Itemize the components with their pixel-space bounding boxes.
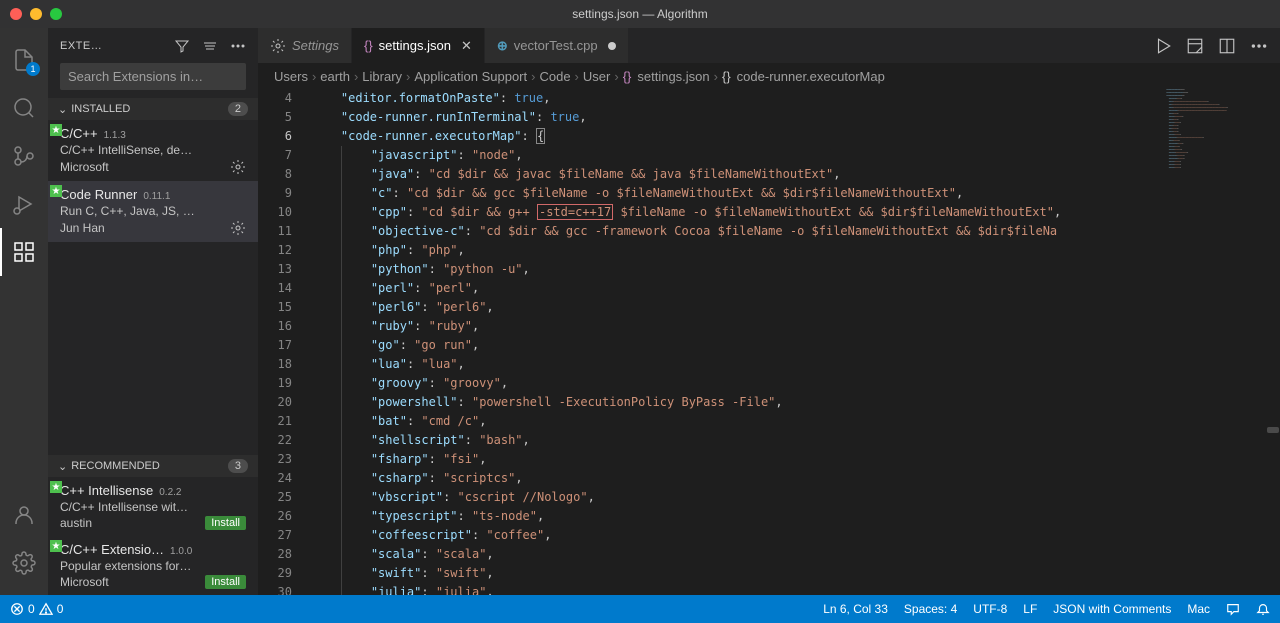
bell-icon[interactable] — [1256, 602, 1270, 616]
window-close-button[interactable] — [10, 8, 22, 20]
extension-item[interactable]: ★ C/C++ 1.1.3 C/C++ IntelliSense, de… Mic… — [48, 120, 258, 181]
settings-gear-icon[interactable] — [0, 539, 48, 587]
extension-version: 0.11.1 — [143, 191, 170, 202]
gear-icon — [270, 38, 286, 54]
extension-name: Code Runner — [60, 187, 137, 202]
status-os[interactable]: Mac — [1187, 602, 1210, 616]
split-icon[interactable] — [1218, 37, 1236, 55]
recommended-count: 3 — [228, 459, 248, 473]
section-recommended[interactable]: ⌄ RECOMMENDED 3 — [48, 455, 258, 477]
verified-icon: ★ — [50, 124, 62, 136]
tab-settings[interactable]: Settings — [258, 28, 352, 63]
extension-item[interactable]: ★ Code Runner 0.11.1 Run C, C++, Java, JS… — [48, 181, 258, 242]
search-input[interactable]: Search Extensions in… — [60, 63, 246, 90]
extensions-sidebar: EXTE… Search Extensions in… ⌄ INSTALLED … — [48, 28, 258, 595]
extension-name: C/C++ Extensio… — [60, 542, 164, 557]
braces-icon: {} — [722, 69, 731, 84]
sidebar-title: EXTE… — [60, 40, 164, 52]
extension-name: C++ Intellisense — [60, 483, 153, 498]
explorer-icon[interactable]: 1 — [0, 36, 48, 84]
feedback-icon[interactable] — [1226, 602, 1240, 616]
status-spaces[interactable]: Spaces: 4 — [904, 602, 957, 616]
extension-description: Run C, C++, Java, JS, … — [60, 204, 246, 218]
explorer-badge: 1 — [26, 62, 40, 76]
extension-publisher: Microsoft — [60, 575, 109, 589]
filter-icon[interactable] — [174, 38, 190, 54]
extension-publisher: Microsoft — [60, 160, 109, 174]
braces-icon: {} — [623, 69, 632, 84]
tab-bar: Settings {} settings.json ✕ ⊕ vectorTest… — [258, 28, 1280, 63]
close-icon[interactable]: ✕ — [461, 38, 472, 54]
debug-icon[interactable] — [0, 180, 48, 228]
tab-vectortest[interactable]: ⊕ vectorTest.cpp — [485, 28, 629, 63]
window-maximize-button[interactable] — [50, 8, 62, 20]
code-editor[interactable]: 4567891011121314151617181920212223242526… — [258, 89, 1280, 595]
installed-count: 2 — [228, 102, 248, 116]
window-minimize-button[interactable] — [30, 8, 42, 20]
gear-icon[interactable] — [230, 220, 246, 236]
extension-description: Popular extensions for… — [60, 559, 246, 573]
status-encoding[interactable]: UTF-8 — [973, 602, 1007, 616]
extension-publisher: austin — [60, 516, 92, 530]
verified-icon: ★ — [50, 481, 62, 493]
chevron-down-icon: ⌄ — [58, 460, 67, 473]
more-actions-icon[interactable] — [1250, 37, 1268, 55]
gear-icon[interactable] — [230, 159, 246, 175]
status-problems[interactable]: 0 0 — [10, 602, 63, 616]
extension-description: C/C++ Intellisense wit… — [60, 500, 246, 514]
account-icon[interactable] — [0, 491, 48, 539]
more-icon[interactable] — [230, 38, 246, 54]
line-numbers: 4567891011121314151617181920212223242526… — [258, 89, 312, 595]
status-language[interactable]: JSON with Comments — [1053, 602, 1171, 616]
extension-description: C/C++ IntelliSense, de… — [60, 143, 246, 157]
section-installed[interactable]: ⌄ INSTALLED 2 — [48, 98, 258, 120]
source-control-icon[interactable] — [0, 132, 48, 180]
cpp-icon: ⊕ — [497, 38, 508, 54]
status-eol[interactable]: LF — [1023, 602, 1037, 616]
verified-icon: ★ — [50, 540, 62, 552]
statusbar: 0 0 Ln 6, Col 33 Spaces: 4 UTF-8 LF JSON… — [0, 595, 1280, 623]
install-button[interactable]: Install — [205, 516, 246, 530]
extension-version: 1.1.3 — [104, 130, 126, 141]
extension-publisher: Jun Han — [60, 221, 105, 235]
modified-dot-icon — [608, 42, 616, 50]
braces-icon: {} — [364, 38, 373, 53]
extension-item[interactable]: ★ C/C++ Extensio… 1.0.0 Popular extension… — [48, 536, 258, 595]
breadcrumbs[interactable]: Users› earth› Library› Application Suppo… — [258, 63, 1280, 89]
extension-item[interactable]: ★ C++ Intellisense 0.2.2 C/C++ Intellisen… — [48, 477, 258, 536]
verified-icon: ★ — [50, 185, 62, 197]
extensions-icon[interactable] — [0, 228, 48, 276]
extension-version: 1.0.0 — [170, 546, 192, 557]
vertical-scrollbar[interactable] — [1266, 89, 1280, 595]
activity-bar: 1 — [0, 28, 48, 595]
titlebar: settings.json — Algorithm — [0, 0, 1280, 28]
extension-name: C/C++ — [60, 126, 98, 141]
extension-version: 0.2.2 — [159, 487, 181, 498]
editor-area: Settings {} settings.json ✕ ⊕ vectorTest… — [258, 28, 1280, 595]
search-icon[interactable] — [0, 84, 48, 132]
tab-settings-json[interactable]: {} settings.json ✕ — [352, 28, 485, 63]
clear-icon[interactable] — [202, 38, 218, 54]
run-icon[interactable] — [1154, 37, 1172, 55]
chevron-down-icon: ⌄ — [58, 103, 67, 116]
window-title: settings.json — Algorithm — [572, 7, 707, 21]
open-preview-icon[interactable] — [1186, 37, 1204, 55]
install-button[interactable]: Install — [205, 575, 246, 589]
status-cursor[interactable]: Ln 6, Col 33 — [823, 602, 888, 616]
